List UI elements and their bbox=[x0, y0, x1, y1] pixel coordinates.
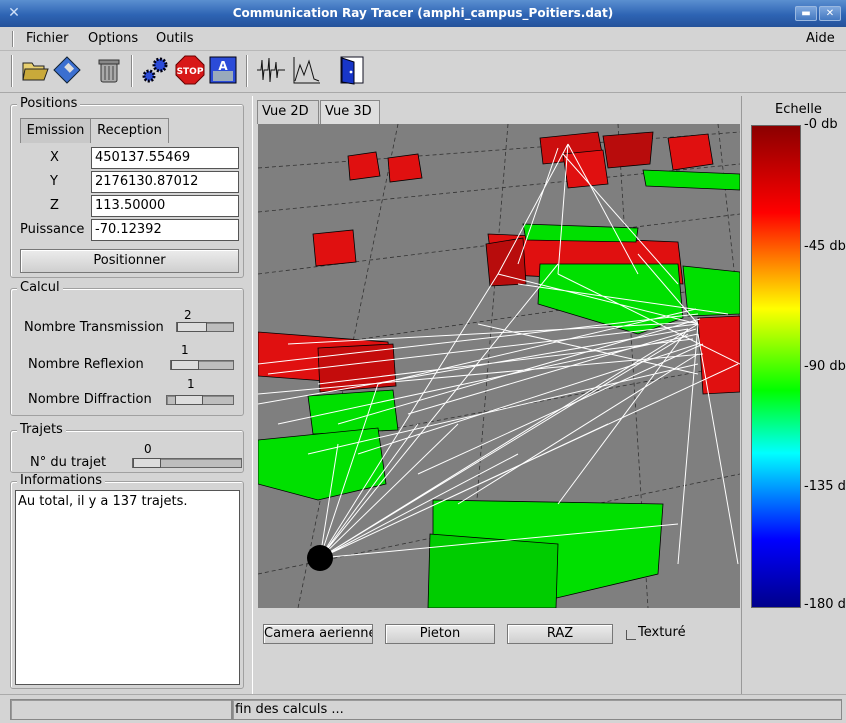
slider-thumb[interactable] bbox=[133, 458, 161, 468]
trajet-number-label: N° du trajet bbox=[30, 455, 107, 470]
reflexion-label: Nombre Reflexion bbox=[28, 357, 144, 372]
tab-vue-3d[interactable]: Vue 3D bbox=[320, 100, 380, 124]
graph-icon[interactable] bbox=[292, 55, 322, 85]
receiver-point[interactable] bbox=[307, 545, 333, 571]
camera-aerienne-button[interactable]: Camera aerienne bbox=[263, 624, 373, 644]
gears-icon[interactable] bbox=[140, 55, 170, 85]
trajet-slider[interactable] bbox=[132, 458, 242, 468]
z-label: Z bbox=[50, 198, 59, 213]
menu-aide[interactable]: Aide bbox=[806, 31, 835, 46]
status-left bbox=[10, 699, 232, 720]
calcul-legend: Calcul bbox=[17, 280, 63, 295]
scale-label-180: -180 d bbox=[804, 597, 846, 612]
trajet-number-value: 0 bbox=[144, 442, 152, 456]
positionner-button[interactable]: Positionner bbox=[20, 249, 239, 273]
slider-thumb[interactable] bbox=[175, 395, 203, 405]
x-field[interactable]: 450137.55469 bbox=[91, 147, 239, 169]
diffraction-slider[interactable] bbox=[166, 395, 234, 405]
trash-icon[interactable] bbox=[94, 55, 124, 85]
menu-options[interactable]: Options bbox=[88, 31, 138, 46]
toolbar-separator bbox=[246, 55, 248, 87]
toolbar-grip bbox=[11, 55, 13, 87]
tab-vue-2d[interactable]: Vue 2D bbox=[257, 100, 319, 124]
3d-viewport[interactable] bbox=[258, 124, 740, 608]
app-x-icon: ✕ bbox=[8, 5, 20, 21]
x-label: X bbox=[50, 150, 59, 165]
diffraction-value: 1 bbox=[187, 377, 195, 391]
texture-checkbox[interactable] bbox=[626, 630, 636, 640]
y-label: Y bbox=[50, 174, 58, 189]
svg-text:A: A bbox=[218, 59, 228, 73]
open-folder-icon[interactable] bbox=[20, 55, 50, 85]
save-disk-icon[interactable] bbox=[52, 55, 82, 85]
close-button[interactable]: ✕ bbox=[819, 6, 841, 21]
menu-fichier[interactable]: Fichier bbox=[26, 31, 69, 46]
menu-grip bbox=[12, 31, 14, 47]
menu-outils[interactable]: Outils bbox=[156, 31, 194, 46]
slider-thumb[interactable] bbox=[171, 360, 199, 370]
scale-label-135: -135 d bbox=[804, 479, 846, 494]
y-field[interactable]: 2176130.87012 bbox=[91, 171, 239, 193]
reflexion-slider[interactable] bbox=[170, 360, 234, 370]
stop-icon[interactable]: STOP bbox=[175, 55, 205, 85]
status-message: fin des calculs ... bbox=[232, 699, 842, 720]
tab-reception[interactable]: Reception bbox=[91, 118, 169, 143]
raz-button[interactable]: RAZ bbox=[507, 624, 613, 644]
menu-bar: Fichier Options Outils Aide bbox=[0, 27, 846, 51]
scale-title: Echelle bbox=[775, 102, 822, 117]
pieton-button[interactable]: Pieton bbox=[385, 624, 495, 644]
puissance-label: Puissance bbox=[20, 222, 85, 237]
scale-label-0: -0 db bbox=[804, 117, 838, 132]
stop-icon-text: STOP bbox=[177, 67, 204, 77]
informations-legend: Informations bbox=[17, 473, 106, 488]
puissance-field[interactable]: -70.12392 bbox=[91, 219, 239, 241]
scale-bar bbox=[751, 125, 801, 608]
reflexion-value: 1 bbox=[181, 343, 189, 357]
texture-label: Texturé bbox=[638, 625, 686, 640]
minimize-button[interactable]: ▬ bbox=[795, 6, 817, 21]
signal-icon[interactable] bbox=[256, 55, 286, 85]
trajets-legend: Trajets bbox=[17, 422, 66, 437]
transmission-value: 2 bbox=[184, 308, 192, 322]
scale-label-45: -45 db bbox=[804, 239, 846, 254]
transmission-label: Nombre Transmission bbox=[24, 320, 164, 335]
scale-label-90: -90 db bbox=[804, 359, 846, 374]
window-title: Communication Ray Tracer (amphi_campus_P… bbox=[232, 6, 614, 20]
diffraction-label: Nombre Diffraction bbox=[28, 392, 152, 407]
text-icon[interactable]: A bbox=[208, 55, 238, 85]
z-field[interactable]: 113.50000 bbox=[91, 195, 239, 217]
toolbar-separator bbox=[131, 55, 133, 87]
transmission-slider[interactable] bbox=[176, 322, 234, 332]
toolbar: STOP A bbox=[0, 51, 846, 93]
title-bar: ✕ Communication Ray Tracer (amphi_campus… bbox=[0, 0, 846, 27]
tab-emission[interactable]: Emission bbox=[20, 118, 91, 143]
positions-legend: Positions bbox=[17, 96, 81, 111]
exit-door-icon[interactable] bbox=[336, 55, 366, 85]
slider-thumb[interactable] bbox=[177, 322, 207, 332]
informations-text: Au total, il y a 137 trajets. bbox=[15, 490, 240, 685]
